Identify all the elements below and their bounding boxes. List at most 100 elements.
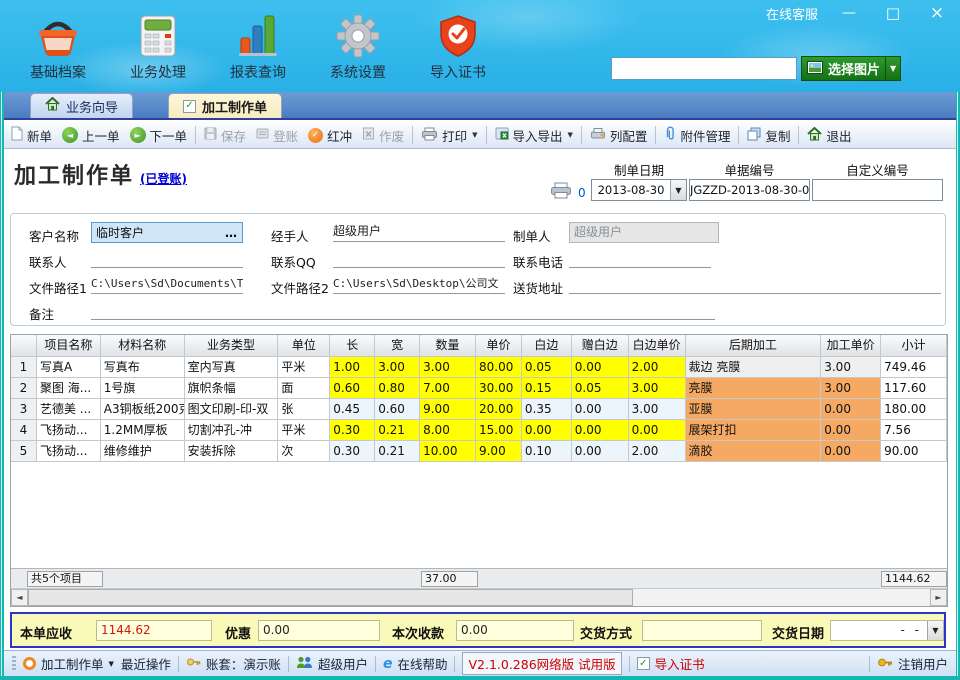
grid-header-cell[interactable] — [11, 335, 37, 357]
grid-cell[interactable]: 展架打扣 — [686, 420, 822, 441]
grid-cell[interactable]: 切割冲孔-冲 — [185, 420, 279, 441]
grid-cell[interactable]: 维修维护 — [101, 441, 185, 462]
copy-button[interactable]: 复制 — [742, 124, 795, 147]
grid-cell[interactable]: 3.00 — [821, 357, 881, 378]
attachment-manager-button[interactable]: 附件管理 — [659, 124, 735, 147]
grid-cell[interactable]: 3.00 — [375, 357, 420, 378]
posted-status-link[interactable]: (已登账) — [140, 172, 187, 186]
grid-cell[interactable]: 20.00 — [476, 399, 522, 420]
chevron-down-icon[interactable]: ▼ — [568, 131, 573, 139]
chevron-down-icon[interactable]: ▼ — [885, 57, 900, 80]
grid-cell[interactable]: 80.00 — [476, 357, 522, 378]
grid-cell[interactable]: 0.00 — [522, 420, 572, 441]
grid-cell[interactable]: 0.00 — [572, 399, 629, 420]
grid-cell[interactable]: 0.00 — [572, 441, 629, 462]
nav-business-process[interactable]: 业务处理 — [118, 8, 198, 82]
grid-cell[interactable]: 7.56 — [881, 420, 947, 441]
grid-cell[interactable]: 1.00 — [330, 357, 375, 378]
received-field[interactable]: 0.00 — [456, 620, 574, 641]
grid-cell[interactable]: 0.00 — [821, 441, 881, 462]
grid-cell[interactable]: 安装拆除 — [185, 441, 279, 462]
status-doc-type[interactable]: 加工制作单 ▼ — [23, 654, 114, 673]
grid-header-cell[interactable]: 赠白边 — [572, 335, 629, 357]
maximize-button[interactable]: □ — [880, 5, 906, 23]
new-order-button[interactable]: 新单 — [6, 124, 57, 147]
discount-field[interactable]: 0.00 — [258, 620, 380, 641]
custom-no-field[interactable] — [812, 179, 943, 201]
file-path2-field[interactable]: C:\Users\Sd\Desktop\公司文 — [333, 274, 505, 294]
grid-cell[interactable]: 3.00 — [821, 378, 881, 399]
chevron-down-icon[interactable]: ▼ — [927, 621, 943, 640]
grid-header-cell[interactable]: 白边 — [522, 335, 572, 357]
grid-cell[interactable]: 180.00 — [881, 399, 947, 420]
grid-header-cell[interactable]: 长 — [330, 335, 375, 357]
grid-cell[interactable]: 3.00 — [629, 378, 686, 399]
grid-header-cell[interactable]: 材料名称 — [101, 335, 185, 357]
row-number[interactable]: 5 — [11, 441, 37, 462]
grid-cell[interactable]: 10.00 — [420, 441, 476, 462]
status-online-help[interactable]: e 在线帮助 — [383, 654, 448, 673]
grid-cell[interactable]: 图文印刷-印-双 — [185, 399, 279, 420]
grid-header-cell[interactable]: 业务类型 — [185, 335, 279, 357]
nav-import-certificate[interactable]: 导入证书 — [418, 8, 498, 82]
image-path-input[interactable] — [611, 57, 797, 80]
grid-cell[interactable]: 滴胶 — [686, 441, 822, 462]
grid-cell[interactable]: 0.30 — [330, 420, 375, 441]
row-number[interactable]: 3 — [11, 399, 37, 420]
nav-system-settings[interactable]: 系统设置 — [318, 8, 398, 82]
grid-cell[interactable]: 9.00 — [476, 441, 522, 462]
minimize-button[interactable]: — — [836, 5, 862, 23]
grid-header-cell[interactable]: 项目名称 — [37, 335, 101, 357]
grid-cell[interactable]: 张 — [278, 399, 330, 420]
grid-cell[interactable]: 9.00 — [420, 399, 476, 420]
grid-cell[interactable]: 0.05 — [572, 378, 629, 399]
doc-no-field[interactable]: JGZZD-2013-08-30-001 — [689, 179, 810, 201]
grid-cell[interactable]: 2.00 — [629, 357, 686, 378]
grid-cell[interactable]: 平米 — [278, 357, 330, 378]
close-button[interactable]: × — [924, 5, 950, 23]
prev-order-button[interactable]: ◄ 上一单 — [57, 124, 125, 147]
delivery-date-field[interactable]: - - ▼ — [830, 620, 944, 641]
grid-cell[interactable]: 749.46 — [881, 357, 947, 378]
grid-cell[interactable]: 90.00 — [881, 441, 947, 462]
status-import-certificate[interactable]: ✓ 导入证书 — [637, 654, 705, 673]
grid-cell[interactable]: 0.35 — [522, 399, 572, 420]
grid-cell[interactable]: 飞扬动... — [37, 441, 101, 462]
status-account-set[interactable]: 账套：演示账 — [186, 654, 281, 673]
exit-button[interactable]: 退出 — [802, 124, 856, 147]
grid-cell[interactable]: 0.00 — [572, 357, 629, 378]
grid-cell[interactable]: 0.45 — [330, 399, 375, 420]
grid-cell[interactable]: 0.00 — [572, 420, 629, 441]
note-field[interactable] — [91, 300, 715, 320]
make-date-field[interactable]: 2013-08-30 ▼ — [591, 179, 687, 201]
status-recent-actions[interactable]: 最近操作 — [121, 654, 171, 673]
browse-ellipsis-button[interactable]: … — [221, 226, 242, 240]
void-button[interactable]: 作废 — [357, 124, 409, 147]
grid-header-cell[interactable]: 单位 — [278, 335, 330, 357]
chevron-down-icon[interactable]: ▼ — [472, 131, 477, 139]
qq-field[interactable] — [333, 248, 505, 268]
grid-cell[interactable]: 0.00 — [821, 399, 881, 420]
grid-cell[interactable]: 30.00 — [476, 378, 522, 399]
grid-cell[interactable]: 写真A — [37, 357, 101, 378]
grid-cell[interactable]: 0.15 — [522, 378, 572, 399]
row-number[interactable]: 1 — [11, 357, 37, 378]
grid-cell[interactable]: 艺德美 ... — [37, 399, 101, 420]
receivable-field[interactable]: 1144.62 — [96, 620, 212, 641]
red-reverse-button[interactable]: ✓ 红冲 — [303, 124, 357, 147]
grid-cell[interactable]: 0.80 — [375, 378, 420, 399]
scroll-right-button[interactable]: ► — [930, 589, 947, 606]
phone-field[interactable] — [569, 248, 711, 268]
import-export-button[interactable]: 导入导出 ▼ — [490, 124, 578, 147]
grid-cell[interactable]: 0.21 — [375, 441, 420, 462]
grid-cell[interactable]: 117.60 — [881, 378, 947, 399]
tab-processing-order[interactable]: ✓ 加工制作单 — [168, 93, 282, 118]
grid-cell[interactable]: 1.2MM厚板 — [101, 420, 185, 441]
grid-cell[interactable]: 室内写真 — [185, 357, 279, 378]
grid-cell[interactable]: 裁边 亮膜 — [686, 357, 822, 378]
grid-cell[interactable]: 平米 — [278, 420, 330, 441]
grid-header-cell[interactable]: 小计 — [881, 335, 947, 357]
grid-header-cell[interactable]: 加工单价 — [821, 335, 881, 357]
grid-cell[interactable]: 写真布 — [101, 357, 185, 378]
status-logout-user[interactable]: 注销用户 — [877, 654, 948, 673]
